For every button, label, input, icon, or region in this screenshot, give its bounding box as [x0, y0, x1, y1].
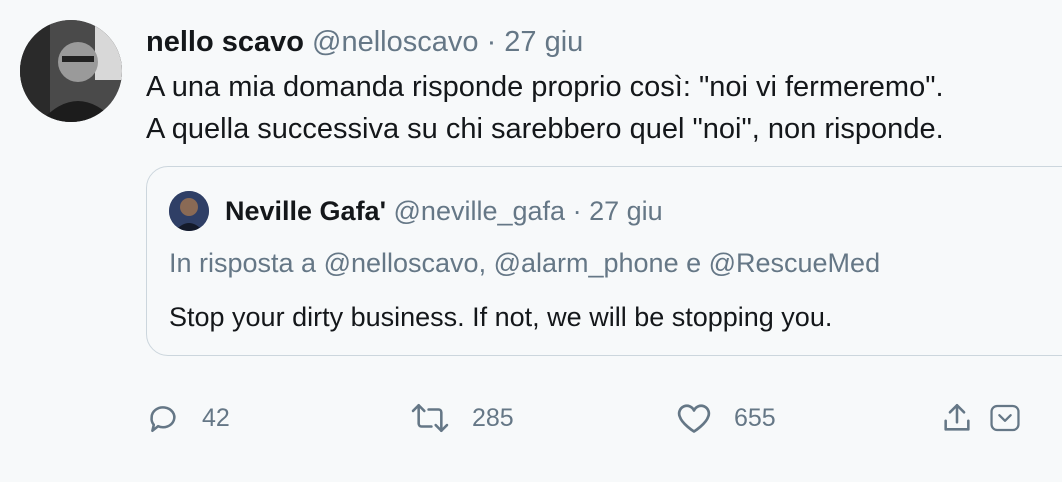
quoted-author-handle: @neville_gafa — [393, 196, 566, 226]
retweet-button[interactable]: 285 — [410, 396, 514, 440]
quoted-text: Stop your dirty business. If not, we wil… — [169, 302, 833, 332]
tweet-actions: 42 285 655 — [0, 396, 1062, 440]
tweet-text: A una mia domanda risponde proprio così:… — [146, 66, 1046, 150]
share-icon — [940, 401, 974, 435]
quoted-date: 27 giu — [589, 196, 663, 226]
heart-icon — [676, 401, 712, 435]
quoted-author-avatar — [169, 191, 209, 231]
tweet[interactable]: nello scavo @nelloscavo · 27 giu A una m… — [0, 0, 1062, 482]
chevron-down-icon — [988, 401, 1022, 435]
separator-dot: · — [572, 196, 582, 226]
like-button[interactable]: 655 — [676, 396, 776, 440]
quoted-reply-context: In risposta a @nelloscavo, @alarm_phone … — [169, 248, 881, 278]
author-avatar[interactable] — [20, 20, 122, 122]
quoted-author-name: Neville Gafa' — [225, 196, 386, 226]
tweet-text-line: A una mia domanda risponde proprio così:… — [146, 71, 944, 103]
reply-count: 42 — [202, 403, 230, 432]
author-name[interactable]: nello scavo — [146, 26, 304, 58]
reply-button[interactable]: 42 — [146, 396, 230, 440]
tweet-date[interactable]: 27 giu — [504, 26, 583, 58]
share-button[interactable] — [940, 396, 974, 440]
separator-dot: · — [486, 26, 497, 58]
quoted-header: Neville Gafa' @neville_gafa · 27 giu — [225, 194, 663, 228]
retweet-icon — [410, 401, 450, 435]
retweet-count: 285 — [472, 403, 514, 432]
like-count: 655 — [734, 403, 776, 432]
author-handle[interactable]: @nelloscavo — [312, 26, 478, 58]
tweet-header: nello scavo @nelloscavo · 27 giu — [146, 24, 583, 60]
reply-icon — [146, 401, 180, 435]
quoted-tweet[interactable]: Neville Gafa' @neville_gafa · 27 giu In … — [146, 166, 1062, 356]
more-options-button[interactable] — [988, 396, 1022, 440]
tweet-text-line: A quella successiva su chi sarebbero que… — [146, 113, 944, 145]
